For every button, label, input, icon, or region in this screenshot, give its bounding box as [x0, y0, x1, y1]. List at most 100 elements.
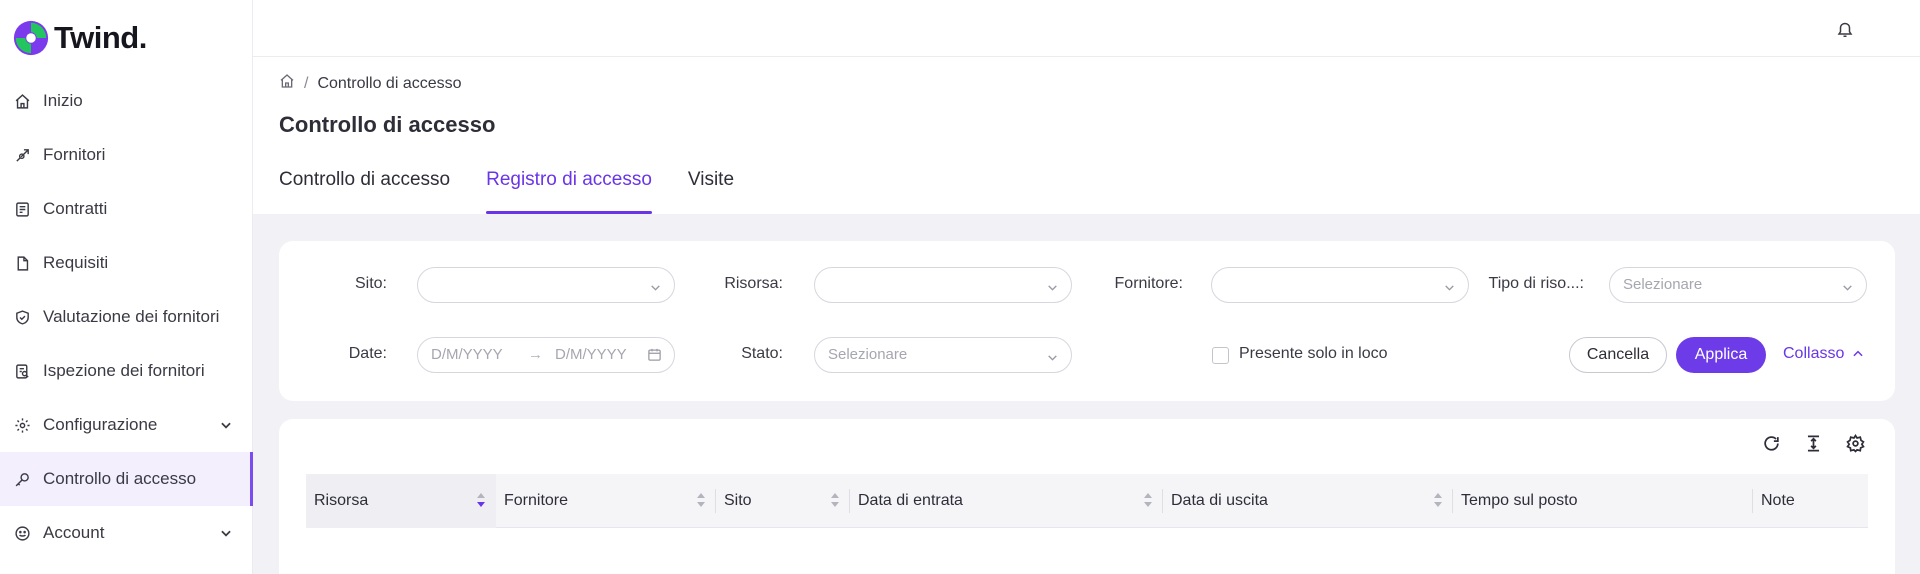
tipo-risorsa-placeholder: Selezionare [1623, 276, 1703, 293]
home-icon [13, 92, 31, 110]
sort-icon [1143, 491, 1153, 514]
sidebar-item-account[interactable]: Account [0, 506, 253, 560]
collapse-filters-button[interactable]: Collasso [1783, 345, 1865, 363]
sidebar-item-label: Ispezione dei fornitori [43, 361, 205, 380]
key-icon [13, 470, 31, 488]
chevron-down-icon [1046, 349, 1059, 369]
chevron-down-icon [1046, 279, 1059, 299]
chevron-down-icon [1841, 279, 1854, 299]
onsite-only-label: Presente solo in loco [1239, 345, 1388, 362]
shield-check-icon [13, 308, 31, 326]
sidebar-item-fornitori[interactable]: Fornitori [0, 128, 253, 182]
sidebar-item-label: Fornitori [43, 145, 106, 164]
column-height-icon[interactable] [1803, 433, 1823, 453]
sidebar-item-controllo-accesso[interactable]: Controllo di accesso [0, 452, 253, 506]
column-header-tempo-posto[interactable]: Tempo sul posto [1453, 474, 1753, 528]
fornitore-select[interactable] [1211, 267, 1469, 303]
sidebar-item-label: Configurazione [43, 415, 158, 434]
home-icon[interactable] [279, 73, 295, 94]
column-header-risorsa[interactable]: Risorsa [306, 474, 496, 528]
column-header-fornitore[interactable]: Fornitore [496, 474, 716, 528]
apply-button[interactable]: Applica [1676, 337, 1766, 373]
bell-icon[interactable] [1836, 20, 1854, 44]
column-label: Sito [724, 492, 752, 509]
tipo-risorsa-label: Tipo di riso...: [1488, 275, 1584, 292]
logo-text: Twind. [54, 20, 147, 55]
sidebar-item-label: Controllo di accesso [43, 469, 197, 488]
column-label: Note [1761, 492, 1795, 509]
page-title: Controllo di accesso [279, 112, 496, 137]
tab-registro-accesso[interactable]: Registro di accesso [486, 165, 652, 214]
column-header-note[interactable]: Note [1753, 474, 1868, 528]
tab-visite[interactable]: Visite [688, 165, 734, 214]
sidebar-item-label: Account [43, 523, 105, 542]
tipo-risorsa-select[interactable]: Selezionare [1609, 267, 1867, 303]
arrow-right-icon: → [528, 346, 543, 363]
column-header-data-uscita[interactable]: Data di uscita [1163, 474, 1453, 528]
top-header [253, 0, 1920, 57]
sort-icon [830, 491, 840, 514]
cancel-button[interactable]: Cancella [1569, 337, 1667, 373]
account-icon [13, 524, 31, 542]
sidebar-item-label: Contratti [43, 199, 108, 218]
filter-panel: Sito: Risorsa: Fornitore: Tipo di riso..… [279, 241, 1895, 401]
column-header-data-entrata[interactable]: Data di entrata [850, 474, 1163, 528]
link-icon [13, 146, 31, 164]
table-toolbar [1761, 433, 1865, 453]
chevron-down-icon [219, 525, 233, 545]
sort-icon [1433, 491, 1443, 514]
sidebar: Twind. Inizio Fornitori Contratti Requis… [0, 0, 253, 574]
sidebar-item-configurazione[interactable]: Configurazione [0, 398, 253, 452]
sito-select[interactable] [417, 267, 675, 303]
risorsa-label: Risorsa: [724, 275, 783, 292]
tab-controllo-accesso[interactable]: Controllo di accesso [279, 165, 450, 214]
date-start-input[interactable]: D/M/YYYY [431, 346, 503, 363]
fornitore-label: Fornitore: [1114, 275, 1183, 292]
breadcrumb-current: Controllo di accesso [317, 74, 462, 92]
sidebar-item-label: Requisiti [43, 253, 109, 272]
stato-placeholder: Selezionare [828, 346, 908, 363]
tab-bar: Controllo di accesso Registro di accesso… [279, 165, 770, 214]
gear-icon [13, 416, 31, 434]
sidebar-item-contratti[interactable]: Contratti [0, 182, 253, 236]
refresh-icon[interactable] [1761, 433, 1781, 453]
chevron-up-icon [1851, 347, 1865, 361]
column-header-sito[interactable]: Sito [716, 474, 850, 528]
column-label: Data di uscita [1171, 492, 1268, 509]
sidebar-item-label: Valutazione dei fornitori [43, 307, 220, 326]
sidebar-item-valutazione[interactable]: Valutazione dei fornitori [0, 290, 253, 344]
sidebar-item-label: Inizio [43, 91, 83, 110]
results-table-panel: Risorsa Fornitore Sito Data di entrata D… [279, 419, 1895, 574]
breadcrumb-separator: / [304, 74, 309, 92]
document-icon [13, 254, 31, 272]
column-label: Fornitore [504, 492, 569, 509]
inspection-icon [13, 362, 31, 380]
twind-logo-icon [13, 20, 49, 56]
collapse-label: Collasso [1783, 345, 1845, 362]
date-range-picker[interactable]: D/M/YYYY → D/M/YYYY [417, 337, 675, 373]
settings-icon[interactable] [1845, 433, 1865, 453]
sort-icon [696, 491, 706, 514]
column-label: Data di entrata [858, 492, 963, 509]
stato-select[interactable]: Selezionare [814, 337, 1072, 373]
logo[interactable]: Twind. [12, 18, 147, 58]
date-label: Date: [348, 345, 387, 362]
sidebar-item-requisiti[interactable]: Requisiti [0, 236, 253, 290]
chevron-down-icon [649, 279, 662, 299]
chevron-down-icon [1443, 279, 1456, 299]
sidebar-item-inizio[interactable]: Inizio [0, 74, 253, 128]
onsite-only-checkbox[interactable] [1212, 347, 1229, 364]
calendar-icon [647, 347, 662, 367]
sidebar-nav: Inizio Fornitori Contratti Requisiti Val… [0, 74, 253, 560]
sidebar-item-ispezione[interactable]: Ispezione dei fornitori [0, 344, 253, 398]
stato-label: Stato: [741, 345, 783, 362]
column-label: Risorsa [314, 492, 369, 509]
contract-icon [13, 200, 31, 218]
risorsa-select[interactable] [814, 267, 1072, 303]
column-label: Tempo sul posto [1461, 492, 1578, 509]
table-header: Risorsa Fornitore Sito Data di entrata D… [306, 474, 1868, 528]
page-header: / Controllo di accesso Controllo di acce… [253, 57, 1920, 214]
sort-icon [476, 491, 486, 514]
date-end-input[interactable]: D/M/YYYY [555, 346, 627, 363]
breadcrumb: / Controllo di accesso [279, 73, 462, 94]
